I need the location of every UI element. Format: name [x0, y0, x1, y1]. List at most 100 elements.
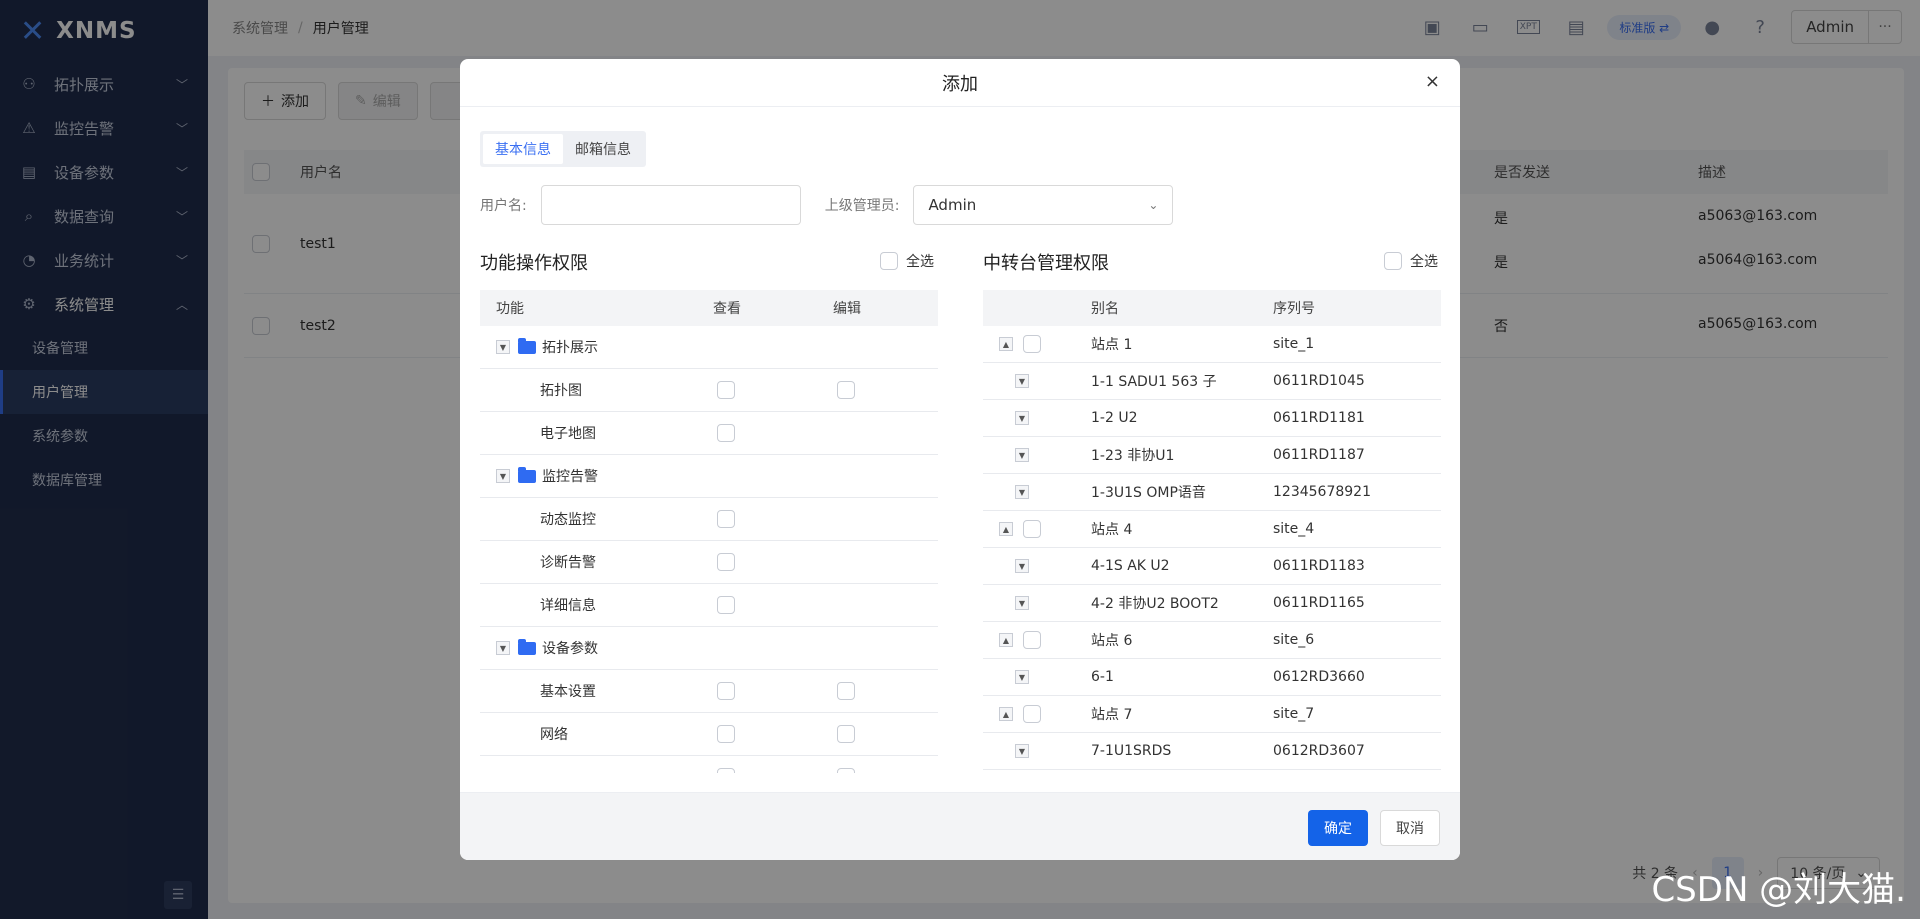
collapse-toggle-icon[interactable]: ▲ [999, 633, 1013, 647]
folder-icon [518, 466, 536, 483]
view-checkbox[interactable] [717, 682, 735, 700]
col-header-alias: 别名 [1091, 301, 1119, 317]
expand-toggle-icon[interactable]: ▼ [1015, 411, 1029, 425]
repeater-row[interactable]: ▼ 1-1 SADU1 563 子 0611RD1045 [983, 363, 1441, 400]
edit-checkbox[interactable] [837, 725, 855, 743]
dialog-tabs: 基本信息 邮箱信息 [480, 131, 646, 167]
chevron-down-icon: ⌄ [1148, 198, 1159, 212]
expand-toggle-icon[interactable]: ▼ [1015, 448, 1029, 462]
view-checkbox[interactable] [717, 725, 735, 743]
site-row[interactable]: ▲ 站点 4 site_4 [983, 511, 1441, 548]
function-label: 电子地图 [540, 426, 596, 442]
alias-cell: 1-2 U2 [1091, 410, 1138, 426]
site-checkbox[interactable] [1023, 520, 1041, 538]
collapse-toggle-icon[interactable]: ▲ [999, 707, 1013, 721]
col-header-edit: 编辑 [833, 301, 861, 317]
repeater-row[interactable]: ▼ 6-1 0612RD3660 [983, 659, 1441, 696]
repeater-select-all[interactable]: 全选 [1384, 251, 1438, 271]
expand-toggle-icon[interactable]: ▼ [1015, 596, 1029, 610]
collapse-toggle-icon[interactable]: ▲ [999, 522, 1013, 536]
site-row[interactable]: ▲ 站点 1 site_1 [983, 326, 1441, 363]
function-table-header: 功能 查看 编辑 [480, 290, 938, 326]
repeater-row[interactable]: ▼ 4-1S AK U2 0611RD1183 [983, 548, 1441, 585]
confirm-button[interactable]: 确定 [1308, 810, 1368, 846]
function-label: 网络 [540, 727, 568, 743]
edit-checkbox[interactable] [837, 768, 855, 773]
function-group-label: 监控告警 [542, 469, 598, 485]
alias-cell: 站点 4 [1091, 522, 1133, 538]
alias-cell: 7-1U1SRDS [1091, 743, 1172, 759]
expand-toggle-icon[interactable]: ▼ [496, 469, 510, 483]
expand-toggle-icon[interactable]: ▼ [1015, 744, 1029, 758]
function-row[interactable]: 诊断告警 [480, 541, 938, 584]
function-select-all[interactable]: 全选 [880, 251, 934, 271]
alias-cell: 1-3U1S OMP语音 [1091, 485, 1206, 501]
manager-label: 上级管理员: [824, 198, 900, 214]
edit-checkbox[interactable] [837, 381, 855, 399]
serial-cell: 12345678921 [1273, 484, 1371, 500]
view-checkbox[interactable] [717, 424, 735, 442]
repeater-row[interactable]: ▼ 7-1U1SRDS 0612RD3607 [983, 733, 1441, 770]
dialog-header: 添加 × [460, 59, 1460, 107]
repeater-row[interactable]: ▼ 1-23 非协U1 0611RD1187 [983, 437, 1441, 474]
site-checkbox[interactable] [1023, 335, 1041, 353]
function-label: 基本设置 [540, 684, 596, 700]
basic-form-row: 用户名: 上级管理员: Admin ⌄ [480, 185, 1174, 225]
alias-cell: 4-2 非协U2 BOOT2 [1091, 596, 1219, 612]
function-row[interactable]: 基本设置 [480, 670, 938, 713]
site-checkbox[interactable] [1023, 705, 1041, 723]
function-row[interactable]: 动态监控 [480, 498, 938, 541]
add-user-dialog: 添加 × 基本信息 邮箱信息 用户名: 上级管理员: Admin ⌄ 功能操作权… [460, 59, 1460, 860]
edit-checkbox[interactable] [837, 682, 855, 700]
site-row[interactable]: ▲ 站点 6 site_6 [983, 622, 1441, 659]
view-checkbox[interactable] [717, 596, 735, 614]
view-checkbox[interactable] [717, 510, 735, 528]
view-checkbox[interactable] [717, 768, 735, 773]
watermark-text: CSDN @刘大猫. [1651, 870, 1906, 910]
function-group-row[interactable]: ▼ 监控告警 [480, 455, 938, 498]
repeater-row[interactable]: ▼ 1-3U1S OMP语音 12345678921 [983, 474, 1441, 511]
function-row[interactable]: 电子地图 [480, 412, 938, 455]
function-label: 详细信息 [540, 598, 596, 614]
expand-toggle-icon[interactable]: ▼ [496, 641, 510, 655]
expand-toggle-icon[interactable]: ▼ [1015, 559, 1029, 573]
username-label: 用户名: [480, 198, 527, 214]
function-row[interactable] [480, 756, 938, 773]
function-row[interactable]: 拓扑图 [480, 369, 938, 412]
view-checkbox[interactable] [717, 553, 735, 571]
serial-cell: 0611RD1183 [1273, 558, 1365, 574]
serial-cell: 0611RD1165 [1273, 595, 1365, 611]
repeater-row[interactable]: ▼ 1-2 U2 0611RD1181 [983, 400, 1441, 437]
manager-select[interactable]: Admin ⌄ [913, 185, 1174, 225]
expand-toggle-icon[interactable]: ▼ [496, 340, 510, 354]
tab-basic-info[interactable]: 基本信息 [483, 134, 563, 164]
dialog-title: 添加 [942, 73, 978, 95]
cancel-button[interactable]: 取消 [1380, 810, 1440, 846]
site-checkbox[interactable] [1023, 631, 1041, 649]
repeater-table-body: ▲ 站点 1 site_1 ▼ 1-1 SADU1 563 子 0611RD1045 ▼ 1-… [983, 326, 1441, 770]
function-select-all-checkbox[interactable] [880, 252, 898, 270]
function-label: 动态监控 [540, 512, 596, 528]
serial-cell: site_1 [1273, 336, 1315, 352]
collapse-toggle-icon[interactable]: ▲ [999, 337, 1013, 351]
function-row[interactable]: 详细信息 [480, 584, 938, 627]
view-checkbox[interactable] [717, 381, 735, 399]
alias-cell: 4-1S AK U2 [1091, 558, 1170, 574]
expand-toggle-icon[interactable]: ▼ [1015, 374, 1029, 388]
site-row[interactable]: ▲ 站点 7 site_7 [983, 696, 1441, 733]
serial-cell: 0612RD3660 [1273, 669, 1365, 685]
repeater-select-all-checkbox[interactable] [1384, 252, 1402, 270]
tab-email-info[interactable]: 邮箱信息 [563, 134, 643, 164]
function-group-row[interactable]: ▼ 拓扑展示 [480, 326, 938, 369]
repeater-table-header: 别名 序列号 [983, 290, 1441, 326]
function-group-row[interactable]: ▼ 设备参数 [480, 627, 938, 670]
function-row[interactable]: 网络 [480, 713, 938, 756]
expand-toggle-icon[interactable]: ▼ [1015, 670, 1029, 684]
close-icon[interactable]: × [1425, 71, 1440, 92]
alias-cell: 站点 1 [1091, 337, 1133, 353]
repeater-row[interactable]: ▼ 4-2 非协U2 BOOT2 0611RD1165 [983, 585, 1441, 622]
expand-toggle-icon[interactable]: ▼ [1015, 485, 1029, 499]
dialog-footer: 确定 取消 [460, 792, 1460, 860]
username-input[interactable] [540, 185, 801, 225]
serial-cell: 0611RD1181 [1273, 410, 1365, 426]
